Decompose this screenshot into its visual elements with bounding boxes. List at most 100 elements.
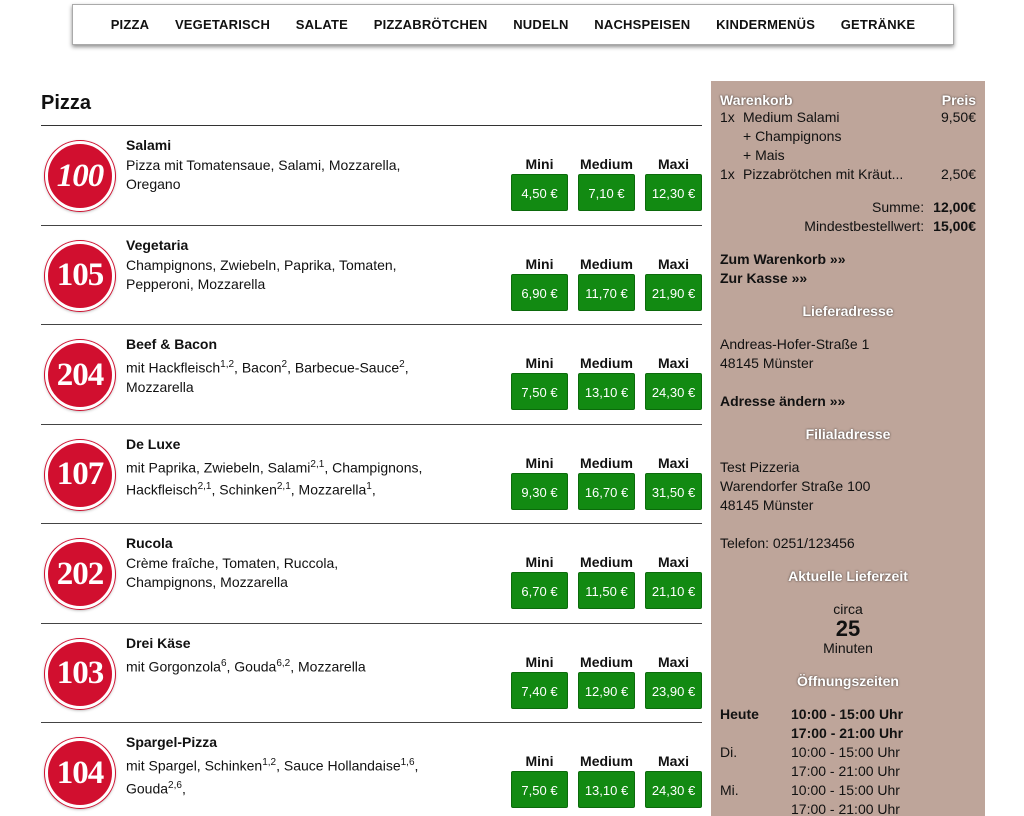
top-navigation: PIZZA VEGETARISCH SALATE PIZZABRÖTCHEN N…	[72, 4, 954, 45]
price-button[interactable]: 7,50 €	[511, 771, 568, 808]
menu-item: 105 Vegetaria Champignons, Zwiebeln, Papri…	[41, 226, 702, 325]
item-name: Beef & Bacon	[126, 336, 218, 352]
cart-price-header: Preis	[941, 92, 976, 108]
cart-line-qty: 1x	[720, 166, 735, 182]
menu-item: 107 De Luxe mit Paprika, Zwiebeln, Salami2…	[41, 425, 702, 524]
nav-pizza[interactable]: PIZZA	[111, 17, 150, 32]
size-option: Medium 13,10 €	[578, 753, 635, 808]
branch-street: Warendorfer Straße 100	[720, 478, 871, 494]
nav-kindermenues[interactable]: KINDERMENÜS	[716, 17, 815, 32]
price-button[interactable]: 12,90 €	[578, 671, 635, 709]
cart-sum-value: 12,00€	[933, 199, 976, 215]
cart-line-name: Pizzabrötchen mit Kräut...	[743, 166, 904, 182]
hours-time: 17:00 - 21:00 Uhr	[791, 801, 900, 816]
size-label: Maxi	[657, 355, 690, 371]
size-option: Mini 7,50 €	[511, 355, 568, 410]
price-button[interactable]: 21,10 €	[645, 572, 702, 609]
cart-sum-label: Summe:	[871, 199, 925, 215]
size-option: Mini 7,50 €	[511, 753, 568, 808]
size-label: Maxi	[657, 255, 690, 272]
hours-time: 17:00 - 21:00 Uhr	[791, 763, 900, 779]
delivery-city: 48145 Münster	[720, 355, 814, 371]
size-option: Maxi 12,30 €	[645, 156, 702, 211]
price-button[interactable]: 13,10 €	[578, 771, 635, 808]
size-label: Maxi	[657, 454, 690, 471]
price-button[interactable]: 6,90 €	[511, 273, 568, 311]
price-button[interactable]: 31,50 €	[645, 472, 702, 510]
size-label: Medium	[580, 653, 633, 670]
cart-extra: + Champignons	[743, 128, 842, 144]
cart-min-label: Mindestbestellwert:	[804, 218, 925, 234]
menu-item: 103 Drei Käse mit Gorgonzola6, Gouda6,2, M…	[41, 624, 702, 723]
item-name: Drei Käse	[126, 634, 191, 651]
delivery-time-value: 25	[835, 616, 861, 641]
item-name: Spargel-Pizza	[126, 734, 218, 750]
to-cart-link[interactable]: Zum Warenkorb »»	[720, 250, 976, 269]
cart-line-qty: 1x	[720, 109, 735, 125]
size-option: Maxi 31,50 €	[645, 455, 702, 510]
price-button[interactable]: 7,50 €	[511, 373, 568, 410]
price-button[interactable]: 11,50 €	[578, 572, 635, 609]
hours-day: Heute	[720, 706, 759, 722]
size-label: Maxi	[657, 156, 690, 172]
item-description: mit Spargel, Schinken1,2, Sauce Hollanda…	[126, 757, 419, 797]
delivery-time-unit: Minuten	[823, 640, 873, 656]
nav-nachspeisen[interactable]: NACHSPEISEN	[594, 17, 690, 32]
price-button[interactable]: 23,90 €	[645, 671, 702, 709]
price-button[interactable]: 6,70 €	[511, 572, 568, 609]
item-number-badge: 204	[45, 340, 115, 410]
size-label: Medium	[580, 753, 633, 769]
item-number-badge: 104	[45, 738, 115, 808]
delivery-street: Andreas-Hofer-Straße 1	[720, 336, 870, 352]
cart-header: Warenkorb Preis	[720, 92, 976, 108]
price-button[interactable]: 24,30 €	[645, 771, 702, 808]
sidebar: Warenkorb Preis 1x Medium Salami 9,50€ +…	[711, 81, 985, 816]
menu-item: 104 Spargel-Pizza mit Spargel, Schinken1,2…	[41, 723, 702, 816]
nav-salate[interactable]: SALATE	[296, 17, 348, 32]
size-label: Maxi	[657, 753, 690, 769]
menu-item: 100 Salami Pizza mit Tomatensaue, Salami, …	[41, 126, 702, 226]
price-button[interactable]: 7,40 €	[511, 671, 568, 709]
hours-time: 17:00 - 21:00 Uhr	[791, 725, 904, 741]
size-option: Maxi 21,90 €	[645, 256, 702, 311]
item-description: mit Paprika, Zwiebeln, Salami2,1, Champi…	[126, 458, 423, 498]
cart-extra: + Mais	[743, 147, 785, 163]
price-button[interactable]: 7,10 €	[578, 174, 635, 211]
delivery-address-heading: Lieferadresse	[802, 303, 894, 319]
size-option: Mini 4,50 €	[511, 156, 568, 211]
size-option: Medium 7,10 €	[578, 156, 635, 211]
nav-nudeln[interactable]: NUDELN	[513, 17, 568, 32]
size-label: Maxi	[657, 653, 690, 670]
price-button[interactable]: 16,70 €	[578, 472, 635, 510]
nav-vegetarisch[interactable]: VEGETARISCH	[175, 17, 270, 32]
size-option: Mini 6,90 €	[511, 256, 568, 311]
price-button[interactable]: 13,10 €	[578, 373, 635, 410]
price-button[interactable]: 12,30 €	[645, 174, 702, 211]
hours-day: Di.	[720, 744, 738, 760]
change-address-link[interactable]: Adresse ändern »»	[720, 392, 976, 411]
item-number-badge: 103	[45, 638, 115, 709]
size-option: Mini 7,40 €	[511, 654, 568, 709]
price-button[interactable]: 24,30 €	[645, 373, 702, 410]
size-label: Medium	[580, 156, 633, 172]
price-button[interactable]: 9,30 €	[511, 472, 568, 510]
item-description: Champignons, Zwiebeln, Paprika, Tomaten,…	[126, 256, 397, 292]
size-label: Mini	[525, 454, 554, 471]
price-button[interactable]: 21,90 €	[645, 273, 702, 311]
price-button[interactable]: 11,70 €	[578, 273, 635, 311]
size-label: Mini	[525, 554, 554, 570]
size-label: Mini	[525, 753, 554, 769]
item-sizes: Mini 9,30 € Medium 16,70 € Maxi 31,50 €	[511, 455, 702, 510]
price-button[interactable]: 4,50 €	[511, 174, 568, 211]
nav-getraenke[interactable]: GETRÄNKE	[841, 17, 916, 32]
item-list: 100 Salami Pizza mit Tomatensaue, Salami, …	[41, 126, 702, 816]
opening-hours-heading: Öffnungszeiten	[797, 673, 899, 689]
cart-min-value: 15,00€	[933, 218, 976, 234]
nav-pizzabroetchen[interactable]: PIZZABRÖTCHEN	[374, 17, 488, 32]
hours-time: 10:00 - 15:00 Uhr	[791, 706, 904, 722]
item-name: Vegetaria	[126, 236, 189, 253]
checkout-link[interactable]: Zur Kasse »»	[720, 269, 976, 288]
size-label: Mini	[525, 355, 554, 371]
size-label: Medium	[580, 355, 633, 371]
item-sizes: Mini 6,70 € Medium 11,50 € Maxi 21,10 €	[511, 554, 702, 609]
